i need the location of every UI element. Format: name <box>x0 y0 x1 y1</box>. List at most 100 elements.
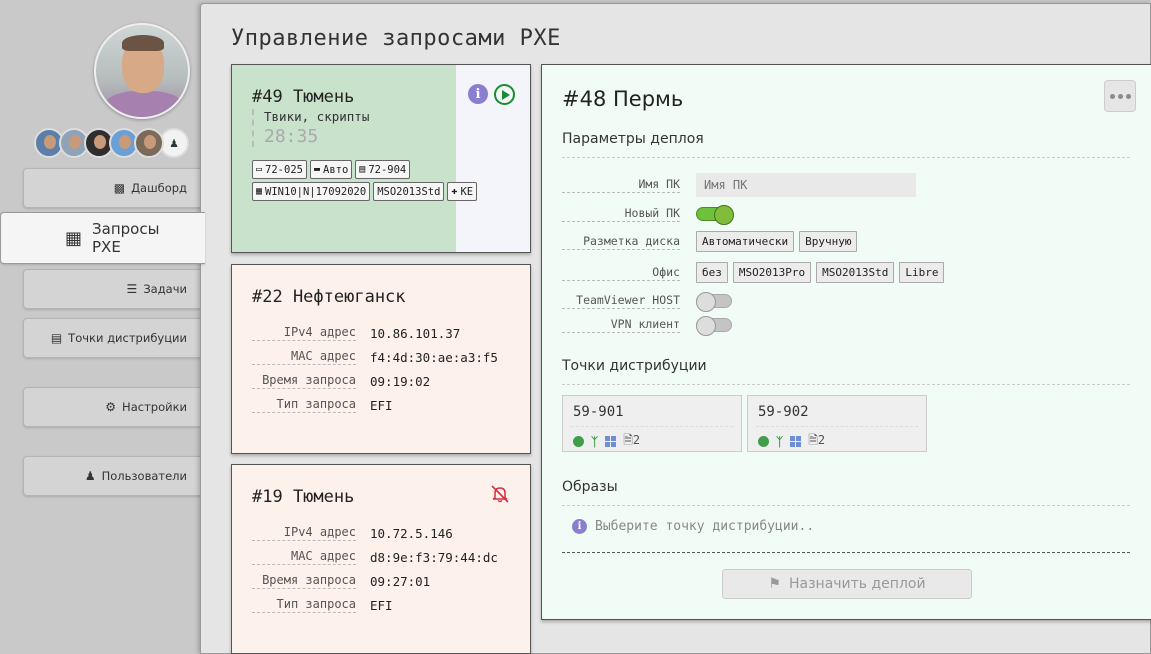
windows-icon <box>605 436 617 447</box>
nav-label: Пользователи <box>101 469 187 483</box>
row-new-pc: Новый ПК <box>562 205 734 225</box>
nav-label: Дашборд <box>131 181 187 195</box>
chip-icon: ▦ <box>65 227 83 249</box>
current-user-avatar[interactable] <box>94 23 190 119</box>
request-timer: 28:35 <box>264 126 319 147</box>
nav-dashboard[interactable]: ▩ Дашборд <box>23 168 205 208</box>
request-title: #22 Нефтеюганск <box>252 287 406 307</box>
field-value: 10.72.5.146 <box>370 525 453 541</box>
field-label: MAC адрес <box>252 349 356 365</box>
main-panel: Управление запросами PXE #49 Тюмень i Тв… <box>200 3 1151 654</box>
online-users: ♟ <box>34 128 189 158</box>
row-teamviewer: TeamViewer HOST <box>562 292 732 312</box>
office-pro-option[interactable]: MSO2013Pro <box>732 262 812 283</box>
windows-icon <box>790 436 802 447</box>
row-office: Офис без MSO2013Pro MSO2013Std Libre <box>562 262 945 283</box>
divider <box>562 505 1130 506</box>
hint-text: Выберите точку дистрибуции.. <box>595 519 815 534</box>
field-label: IPv4 адрес <box>252 525 356 541</box>
field-value: 09:19:02 <box>370 373 431 389</box>
field-label: Время запроса <box>252 373 356 389</box>
divider <box>562 552 1130 553</box>
bell-slash-icon[interactable] <box>490 485 512 503</box>
divider <box>562 384 1130 385</box>
office-none-option[interactable]: без <box>696 262 728 283</box>
status-online-icon <box>573 436 584 447</box>
request-subtitle: Твики, скрипты <box>264 109 370 124</box>
flag-checkered-icon: ⚑ <box>768 576 781 592</box>
file-icon: 🗎 <box>808 433 818 447</box>
pc-name-input[interactable] <box>696 173 916 197</box>
tag-disk: ▬ Авто <box>309 160 353 179</box>
pc-name-label: Имя ПК <box>562 177 680 193</box>
dist-point-card[interactable]: 59-902 ᛉ 🗎2 <box>747 395 927 452</box>
new-pc-toggle[interactable] <box>696 205 734 225</box>
pxe-request-card[interactable]: #19 Тюмень IPv4 адрес 10.72.5.146 MAC адр… <box>231 464 531 654</box>
disk-layout-label: Разметка диска <box>562 234 680 250</box>
pxe-request-card-active[interactable]: #49 Тюмень i Твики, скрипты 28:35 ▭ 72-02… <box>231 64 531 253</box>
info-icon: i <box>572 519 587 534</box>
assign-deploy-button[interactable]: ⚑ Назначить деплой <box>722 569 972 599</box>
row-vpn: VPN клиент <box>562 316 732 336</box>
divider <box>562 157 1130 158</box>
file-count: 🗎2 <box>623 433 641 447</box>
field-label: Тип запроса <box>252 397 356 413</box>
nav-label: Задачи <box>143 282 187 296</box>
section-images: Образы <box>562 479 618 495</box>
office-label: Офис <box>562 265 680 281</box>
tag-office: MSO2013Std <box>373 182 445 201</box>
request-title: #19 Тюмень <box>252 487 355 507</box>
nav-users[interactable]: ♟ Пользователи <box>23 456 205 496</box>
hdd-icon: ▬ <box>313 164 320 175</box>
vpn-toggle[interactable] <box>696 316 732 336</box>
nav-tasks[interactable]: ☰ Задачи <box>23 269 205 309</box>
detail-title: #48 Пермь <box>562 87 684 111</box>
info-icon[interactable]: i <box>468 84 488 104</box>
user-avatar[interactable] <box>134 128 164 158</box>
field-value: d8:9e:f3:79:44:dc <box>370 549 498 565</box>
field-label: Тип запроса <box>252 597 356 613</box>
chart-bar-icon: ▩ <box>113 181 126 195</box>
request-fields: IPv4 адрес 10.72.5.146 MAC адрес d8:9e:f3:… <box>252 521 498 617</box>
field-label: Время запроса <box>252 573 356 589</box>
nav-label: Точки дистрибуции <box>68 331 187 345</box>
nav-label: Настройки <box>122 400 187 414</box>
row-pc-name: Имя ПК <box>562 173 916 197</box>
new-pc-label: Новый ПК <box>562 206 680 222</box>
nav-pxe-requests[interactable]: ▦ Запросы PXE <box>0 212 205 264</box>
teamviewer-toggle[interactable] <box>696 292 732 312</box>
section-deploy-params: Параметры деплоя <box>562 131 704 147</box>
tag-dist-point: ▤ 72-904 <box>355 160 411 179</box>
nav-settings[interactable]: ⚙ Настройки <box>23 387 205 427</box>
pxe-request-card[interactable]: #22 Нефтеюганск IPv4 адрес 10.86.101.37 M… <box>231 264 531 454</box>
request-subinfo: Твики, скрипты 28:35 <box>252 109 369 147</box>
disk-auto-option[interactable]: Автоматически <box>696 231 795 252</box>
field-label: IPv4 адрес <box>252 325 356 341</box>
status-online-icon <box>758 436 769 447</box>
field-value: f4:4d:30:ae:a3:f5 <box>370 349 498 365</box>
office-std-option[interactable]: MSO2013Std <box>816 262 895 283</box>
request-tags: ▭ 72-025 ▬ Авто ▤ 72-904 ▦ WIN10|N|17092020 … <box>252 160 502 201</box>
server-icon: ▤ <box>50 331 63 345</box>
more-options-button[interactable] <box>1104 80 1136 112</box>
tag-image: ▦ WIN10|N|17092020 <box>252 182 371 201</box>
dist-point-name: 59-902 <box>758 404 809 420</box>
sidebar: ♟ ▩ Дашборд ▦ Запросы PXE ☰ Задачи ▤ Точ… <box>0 0 205 654</box>
monitor-icon: ▭ <box>256 164 263 175</box>
field-value: 09:27:01 <box>370 573 431 589</box>
play-icon[interactable] <box>494 84 515 105</box>
assign-deploy-label: Назначить деплой <box>788 576 926 592</box>
file-icon: 🗎 <box>623 433 633 447</box>
disk-manual-option[interactable]: Вручную <box>799 231 858 252</box>
dist-point-card[interactable]: 59-901 ᛉ 🗎2 <box>562 395 742 452</box>
nav-distribution-points[interactable]: ▤ Точки дистрибуции <box>23 318 205 358</box>
teamviewer-label: TeamViewer HOST <box>562 293 680 309</box>
office-libre-option[interactable]: Libre <box>899 262 945 283</box>
gears-icon: ⚙ <box>105 400 117 414</box>
tag-computer: ▭ 72-025 <box>252 160 307 179</box>
row-disk-layout: Разметка диска Автоматически Вручную <box>562 231 858 252</box>
dist-point-name: 59-901 <box>573 404 624 420</box>
windows-icon: ▦ <box>256 186 263 197</box>
tasks-icon: ☰ <box>126 282 138 296</box>
request-fields: IPv4 адрес 10.86.101.37 MAC адрес f4:4d:30… <box>252 321 498 417</box>
